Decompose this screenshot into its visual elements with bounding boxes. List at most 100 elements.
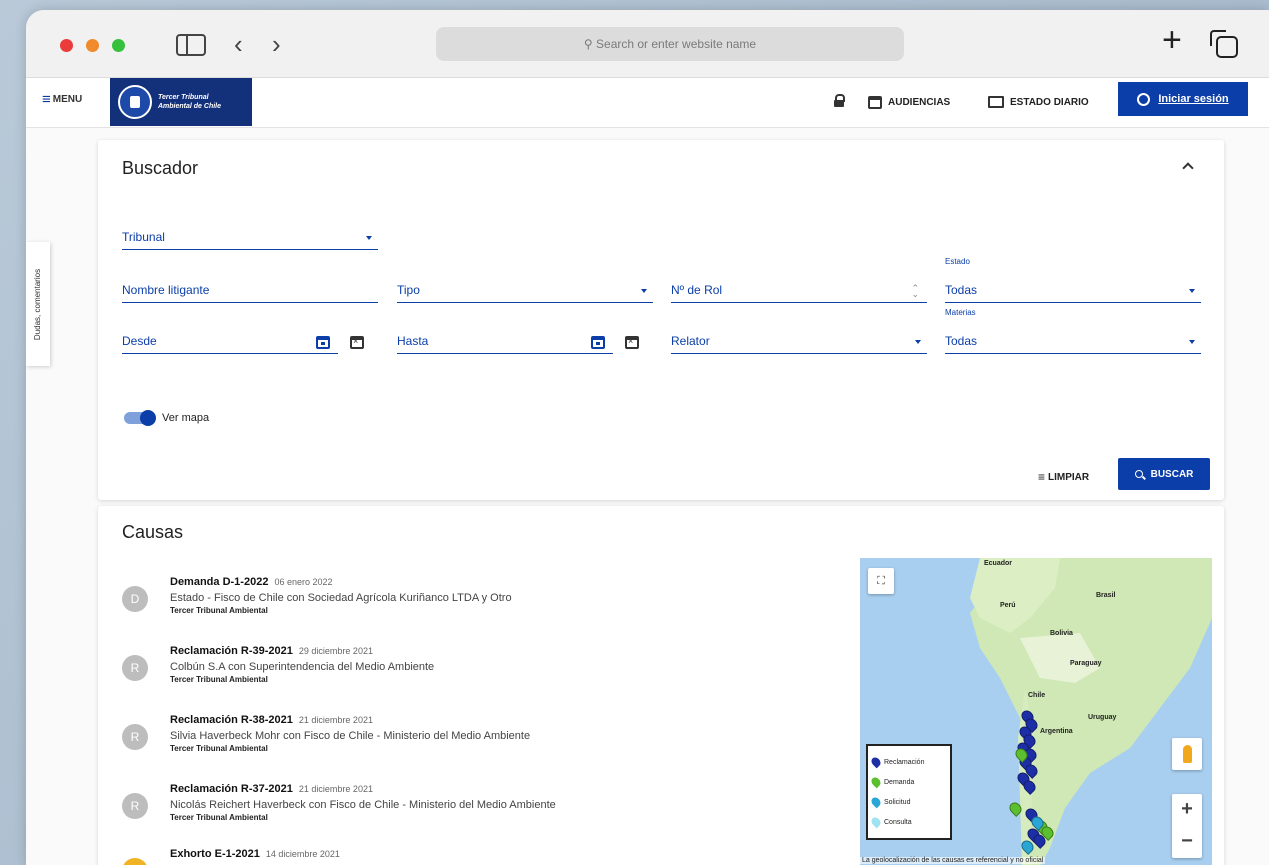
list-item[interactable]: D Demanda D-1-2022 06 enero 2022 Estado -… [122, 576, 822, 636]
buscar-button[interactable]: BUSCAR [1118, 458, 1210, 490]
map-label-brasil: Brasil [1096, 592, 1116, 599]
clear-date-icon[interactable] [625, 336, 639, 349]
close-window-button[interactable] [60, 39, 73, 52]
map-label-chile: Chile [1028, 692, 1046, 699]
case-title[interactable]: Demanda D-1-2022 [170, 576, 268, 588]
hasta-date-input[interactable]: Hasta [397, 330, 613, 354]
map-label-paraguay: Paraguay [1070, 660, 1102, 667]
calendar-icon[interactable] [591, 336, 605, 349]
search-panel-title: Buscador [122, 158, 199, 178]
case-date: 21 diciembre 2021 [298, 715, 373, 725]
map-label-bolivia: Bolivia [1050, 630, 1073, 637]
list-item[interactable]: E Exhorto E-1-2021 14 diciembre 2021 [122, 848, 822, 865]
zoom-in-icon[interactable]: + [1181, 794, 1193, 826]
list-item[interactable]: R Reclamación R-39-2021 29 diciembre 2021… [122, 645, 822, 705]
audiencias-link[interactable]: AUDIENCIAS [868, 96, 950, 109]
seal-icon [118, 85, 152, 119]
list-item[interactable]: R Reclamación R-38-2021 21 diciembre 2021… [122, 714, 822, 774]
tabs-overview-icon[interactable] [1210, 30, 1238, 58]
avatar: R [122, 724, 148, 750]
forward-icon[interactable]: › [272, 28, 281, 60]
case-title[interactable]: Reclamación R-37-2021 [170, 783, 293, 795]
feedback-tab[interactable]: Dudas, comentarios [26, 242, 50, 366]
legend-label: Consulta [884, 818, 912, 826]
dropdown-arrow-icon [1189, 289, 1195, 293]
map-label-peru: Perú [1000, 602, 1016, 609]
nombre-litigante-input[interactable]: Nombre litigante [122, 279, 378, 303]
avatar: R [122, 793, 148, 819]
limpiar-button[interactable]: ≡ LIMPIAR [1038, 470, 1089, 484]
case-title[interactable]: Exhorto E-1-2021 [170, 848, 260, 860]
list-item[interactable]: R Reclamación R-37-2021 21 diciembre 2021… [122, 783, 822, 843]
hamburger-icon: ≡ [42, 90, 51, 108]
dropdown-arrow-icon [1189, 340, 1195, 344]
site-logo[interactable]: Tercer Tribunal Ambiental de Chile [110, 78, 252, 126]
marker-icon [869, 755, 883, 769]
case-description: Estado - Fisco de Chile con Sociedad Agr… [170, 592, 512, 604]
login-button[interactable]: Iniciar sesión [1118, 82, 1248, 116]
address-bar[interactable]: ⚲ Search or enter website name [436, 27, 904, 61]
case-title[interactable]: Reclamación R-39-2021 [170, 645, 293, 657]
menu-button[interactable]: ≡ MENU [42, 90, 82, 108]
minimize-window-button[interactable] [86, 39, 99, 52]
avatar: R [122, 655, 148, 681]
materias-value: Todas [945, 334, 978, 348]
buscar-label: BUSCAR [1150, 468, 1194, 480]
case-date: 06 enero 2022 [274, 577, 333, 587]
relator-label: Relator [671, 334, 710, 348]
legend-label: Reclamación [884, 758, 925, 766]
back-icon[interactable]: ‹ [234, 28, 243, 60]
causas-map[interactable]: Ecuador Brasil Perú Bolivia Paraguay Chi… [860, 558, 1212, 865]
fingerprint-icon [1137, 92, 1151, 106]
relator-select[interactable]: Relator [671, 330, 927, 354]
calendar-icon[interactable] [316, 336, 330, 349]
lock-icon [834, 94, 845, 107]
rol-label: Nº de Rol [671, 283, 723, 297]
estado-label: Estado [945, 257, 970, 266]
estado-select[interactable]: Estado Todas [945, 257, 1201, 303]
rol-input[interactable]: Nº de Rol ⌃ ⌄ [671, 279, 927, 303]
browser-window: ‹ › ⚲ Search or enter website name + ≡ M… [26, 10, 1269, 865]
site-header: ≡ MENU Tercer Tribunal Ambiental de Chil… [26, 78, 1269, 128]
case-description: Silvia Haverbeck Mohr con Fisco de Chile… [170, 730, 531, 742]
case-date: 29 diciembre 2021 [298, 646, 373, 656]
legend-label: Solicitud [884, 798, 911, 806]
case-title[interactable]: Reclamación R-38-2021 [170, 714, 293, 726]
feedback-label: Dudas, comentarios [33, 268, 43, 340]
legend-label: Demanda [884, 778, 915, 786]
causas-panel: Causas D Demanda D-1-2022 06 enero 2022 E… [98, 506, 1224, 865]
zoom-control[interactable]: + − [1172, 794, 1202, 858]
ver-mapa-toggle[interactable]: Ver mapa [124, 410, 209, 426]
pegman-icon[interactable] [1172, 738, 1202, 770]
tribunal-select[interactable]: Tribunal [122, 226, 378, 250]
desde-date-input[interactable]: Desde [122, 330, 338, 354]
map-label-uruguay: Uruguay [1088, 714, 1117, 721]
marker-icon [869, 795, 883, 809]
case-description: Colbún S.A con Superintendencia del Medi… [170, 661, 435, 673]
materias-label: Materias [945, 308, 976, 317]
causas-title: Causas [122, 522, 184, 542]
toggle-track[interactable] [124, 410, 156, 426]
toggle-knob[interactable] [140, 410, 156, 426]
fullscreen-icon[interactable]: ⛶ [868, 568, 894, 594]
maximize-window-button[interactable] [112, 39, 125, 52]
new-tab-icon[interactable]: + [1162, 23, 1182, 57]
browser-toolbar: ‹ › ⚲ Search or enter website name + [26, 10, 1269, 78]
estado-diario-link[interactable]: ESTADO DIARIO [988, 96, 1089, 108]
tipo-select[interactable]: Tipo [397, 279, 653, 303]
materias-select[interactable]: Materias Todas [945, 308, 1201, 354]
map-label-argentina: Argentina [1040, 728, 1073, 735]
collapse-icon[interactable] [1182, 162, 1194, 174]
legend-item: Consulta [869, 812, 946, 832]
case-court: Tercer Tribunal Ambiental [170, 606, 268, 615]
stepper-icon[interactable]: ⌃ ⌄ [911, 284, 919, 299]
dropdown-arrow-icon [366, 236, 372, 240]
map-label-ecuador: Ecuador [984, 560, 1013, 567]
clear-date-icon[interactable] [350, 336, 364, 349]
clear-filter-icon: ≡ [1038, 470, 1046, 484]
calendar-icon [868, 96, 882, 109]
zoom-out-icon[interactable]: − [1181, 826, 1193, 858]
desde-label: Desde [122, 334, 157, 348]
sidebar-toggle-icon[interactable] [176, 34, 206, 56]
audiencias-label: AUDIENCIAS [888, 97, 951, 108]
